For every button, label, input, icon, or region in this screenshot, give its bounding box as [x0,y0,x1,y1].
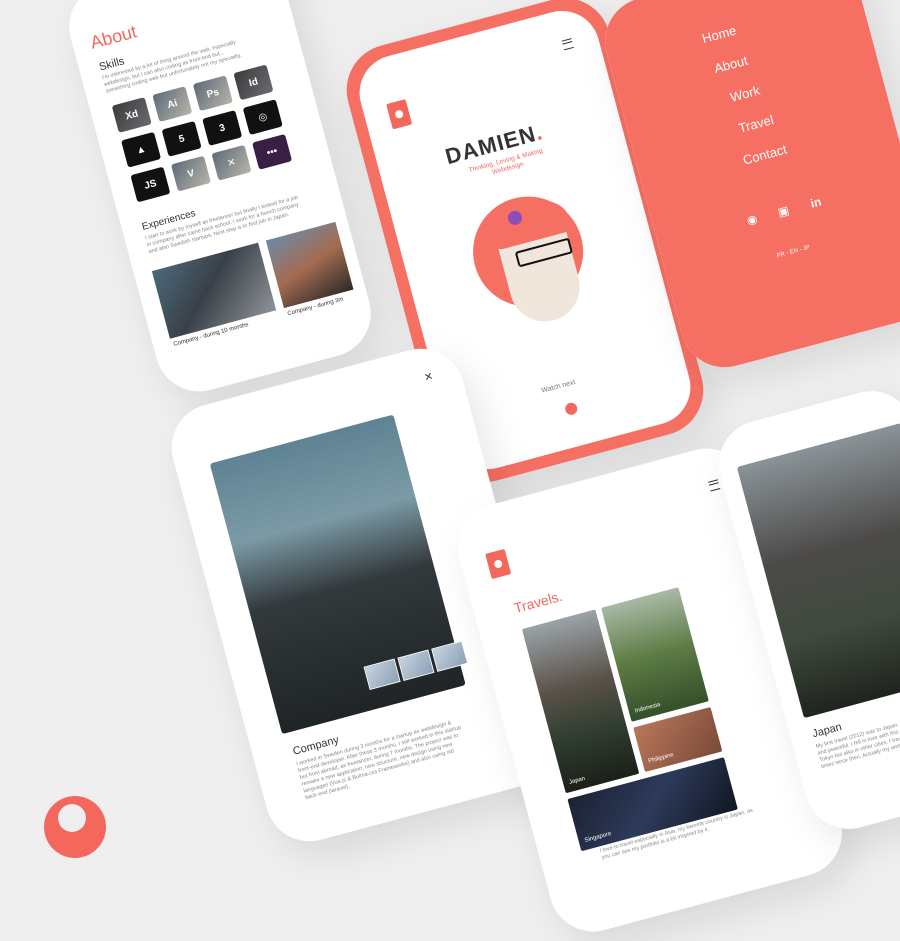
travels-title-text: Travels [512,588,561,617]
watch-next-button[interactable] [563,401,579,417]
menu-item-contact[interactable]: Contact [741,142,788,168]
skill-affinity-icon: ▲ [121,131,162,168]
skill-ai-icon: Ai [152,86,193,123]
github-icon[interactable]: ◉ [745,212,759,228]
about-title: About [88,21,139,53]
instagram-icon[interactable]: ▣ [776,203,791,219]
logo-icon[interactable] [485,548,512,580]
menu-item-about[interactable]: About [713,53,750,76]
phone-about: About Skills I'm interested by a lot of … [59,0,381,402]
skill-more-icon: ••• [252,133,293,170]
menu-item-home[interactable]: Home [700,23,737,46]
skill-xmark-icon: ✕ [211,144,252,181]
experience-image-1[interactable] [151,242,277,339]
linkedin-icon[interactable]: in [809,194,823,210]
skill-css3-icon: 3 [202,110,243,146]
watch-next-label: Watch next [540,378,577,395]
logo-icon[interactable] [386,99,413,130]
skill-id-icon: Id [233,64,274,101]
skill-html5-icon: 5 [161,120,202,157]
language-switcher[interactable]: FR - EN - JP [776,245,810,260]
company-description: I worked in Sweden during 3 months for a… [295,720,462,802]
menu-item-travel[interactable]: Travel [737,112,775,136]
company-image [209,414,466,735]
hamburger-menu-icon[interactable] [708,479,721,492]
japan-description: My first travel (2012) was to Japan. I f… [815,710,900,771]
skill-xd-icon: Xd [111,97,152,133]
skill-js-icon: JS [130,166,171,203]
travel-tile-label: Singapore [584,831,613,844]
showcase-scene: About Skills I'm interested by a lot of … [0,0,900,941]
travel-tile-label: Japan [568,775,586,786]
skill-vue-icon: V [170,155,211,192]
about-screen: About Skills I'm interested by a lot of … [59,0,380,401]
skill-ps-icon: Ps [192,75,233,112]
travel-tile-label: Indonesia [634,701,662,715]
menu-item-work[interactable]: Work [729,83,762,105]
travel-tile-label: Philippine [647,752,675,765]
travels-title: Travels. [512,588,564,616]
brand-logo-icon [44,796,106,858]
skill-loop-icon: ◎ [242,99,283,136]
hamburger-menu-icon[interactable] [561,38,574,51]
experience-image-2[interactable] [265,221,354,309]
close-icon[interactable]: × [422,367,434,385]
